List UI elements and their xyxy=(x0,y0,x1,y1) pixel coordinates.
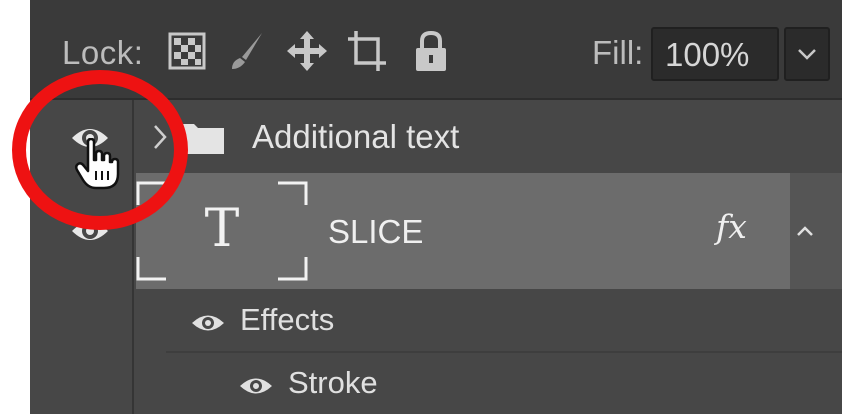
chevron-right-icon[interactable] xyxy=(150,122,170,157)
text-layer-visibility-eye-icon[interactable] xyxy=(70,215,110,252)
fx-icon[interactable]: fx xyxy=(716,207,747,246)
layer-name-text[interactable]: SLICE xyxy=(328,213,423,251)
effect-row-stroke[interactable]: Stroke xyxy=(166,352,842,414)
hand-pointer-cursor-icon xyxy=(74,137,122,195)
stroke-visibility-eye-icon[interactable] xyxy=(238,373,274,404)
folder-icon xyxy=(176,118,226,161)
layer-name-group[interactable]: Additional text xyxy=(252,118,459,156)
text-type-icon: T xyxy=(204,199,240,259)
fill-label: Fill: xyxy=(592,34,644,71)
lock-label: Lock: xyxy=(62,34,144,71)
layers-panel: Lock: Fill: 100% Additional text T SLICE… xyxy=(30,0,842,414)
lock-position-icon[interactable] xyxy=(286,29,328,73)
layer-row-text-selected[interactable]: T SLICE fx xyxy=(136,173,790,289)
lock-transparent-pixels-icon[interactable] xyxy=(166,29,208,73)
fill-dropdown-button[interactable] xyxy=(784,27,830,81)
chevron-up-icon xyxy=(797,226,813,236)
lock-all-icon[interactable] xyxy=(410,29,452,73)
chevron-down-icon xyxy=(798,49,816,60)
effects-row[interactable]: Effects xyxy=(166,291,842,353)
stroke-label: Stroke xyxy=(288,365,378,400)
fill-value[interactable]: 100% xyxy=(665,36,749,74)
lock-image-pixels-icon[interactable] xyxy=(226,29,268,73)
lock-bar: Lock: Fill: 100% xyxy=(30,0,842,100)
fill-input[interactable]: 100% xyxy=(651,27,779,81)
effects-toggle[interactable] xyxy=(790,173,842,289)
effects-visibility-eye-icon[interactable] xyxy=(190,310,226,341)
effects-label: Effects xyxy=(240,302,335,337)
lock-artboard-icon[interactable] xyxy=(346,29,388,73)
layer-row-group[interactable]: Additional text xyxy=(136,100,842,178)
text-layer-thumbnail[interactable]: T xyxy=(136,181,308,281)
